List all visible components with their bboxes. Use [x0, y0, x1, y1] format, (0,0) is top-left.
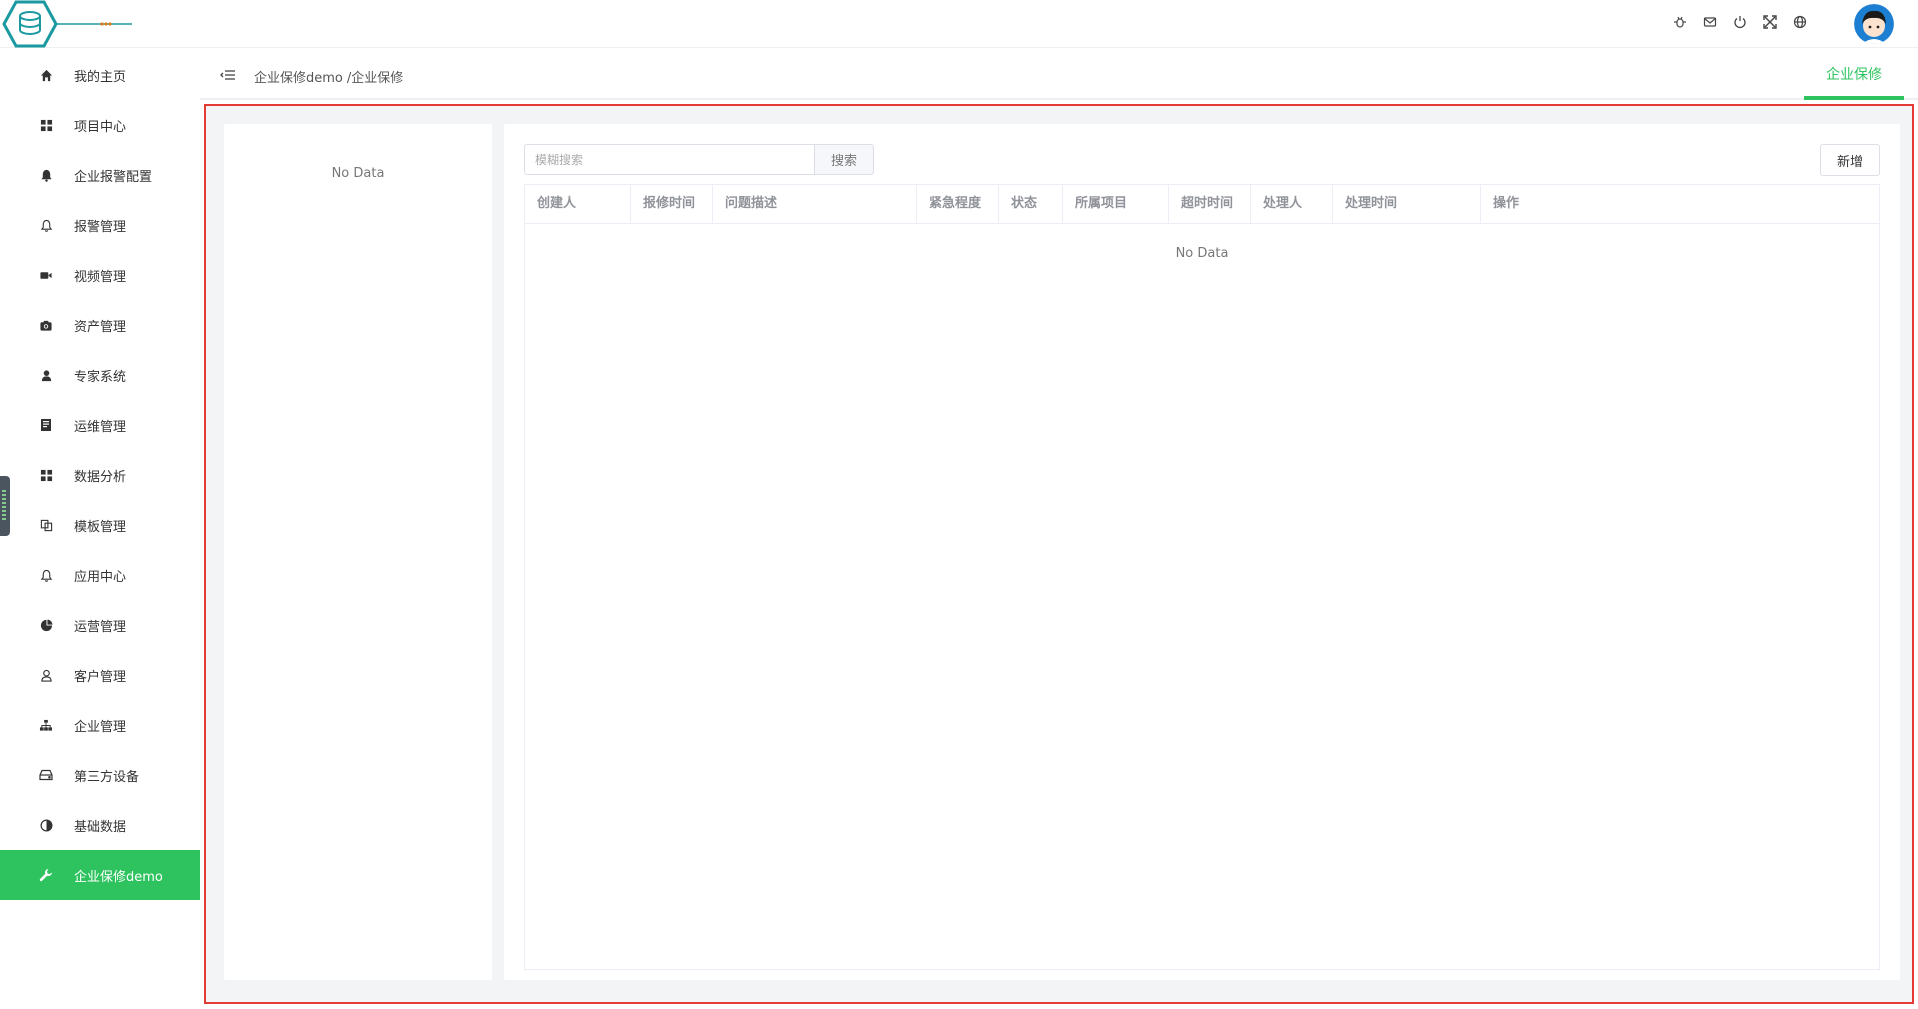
sidebar-item-label: 数据分析	[74, 469, 127, 485]
sidebar-item-2[interactable]: 企业报警配置	[0, 150, 200, 200]
sidebar-item-label: 应用中心	[74, 569, 127, 585]
column-header[interactable]: 所属项目	[1063, 185, 1169, 224]
pie-chart-icon	[38, 617, 54, 633]
sidebar-item-label: 第三方设备	[74, 769, 140, 785]
table-header: 创建人 报修时间 问题描述 紧急程度 状态 所属项目 超时时间 处理人 处理时间 操作	[525, 185, 1879, 224]
org-chart-icon	[38, 717, 54, 733]
sidebar-item-label: 模板管理	[74, 519, 127, 535]
sidebar-item-label: 运营管理	[74, 619, 127, 635]
sidebar-item-9[interactable]: 模板管理	[0, 500, 200, 550]
tree-panel: No Data	[224, 124, 492, 980]
globe-icon[interactable]	[1792, 14, 1808, 30]
sidebar-item-label: 资产管理	[74, 319, 127, 335]
sidebar-item-14[interactable]: 第三方设备	[0, 750, 200, 800]
sidebar-item-11[interactable]: 运营管理	[0, 600, 200, 650]
search-bar: 搜索	[524, 144, 874, 175]
sidebar-item-4[interactable]: 视频管理	[0, 250, 200, 300]
mail-icon[interactable]	[1702, 14, 1718, 30]
bug-icon[interactable]	[1672, 14, 1688, 30]
tree-empty-text: No Data	[331, 166, 385, 181]
column-header[interactable]: 处理时间	[1333, 185, 1481, 224]
repair-table: 创建人 报修时间 问题描述 紧急程度 状态 所属项目 超时时间 处理人 处理时间 操作 No Da…	[524, 184, 1880, 970]
power-icon[interactable]	[1732, 14, 1748, 30]
menu-toggle-icon[interactable]	[220, 67, 236, 83]
wrench-icon	[38, 867, 54, 883]
sidebar-item-12[interactable]: 客户管理	[0, 650, 200, 700]
sidebar-item-6[interactable]: 专家系统	[0, 350, 200, 400]
sidebar-item-label: 企业保修demo	[74, 869, 163, 885]
breadcrumb-parent[interactable]: 企业保修demo	[254, 67, 343, 86]
breadcrumb: 企业保修demo /企业保修	[254, 67, 407, 86]
sidebar-item-16[interactable]: 企业保修demo	[0, 850, 200, 900]
sidebar-item-label: 企业管理	[74, 719, 127, 735]
breadcrumb-current: /企业保修	[346, 71, 404, 86]
column-header[interactable]: 超时时间	[1169, 185, 1251, 224]
sidebar-item-3[interactable]: 报警管理	[0, 200, 200, 250]
column-header[interactable]: 处理人	[1251, 185, 1333, 224]
main-content: No Data 搜索 新增 创建人报修时间问题描述紧急程度状态所属项目超时时间处…	[204, 104, 1914, 1004]
sidebar-item-label: 报警管理	[74, 219, 127, 235]
sidebar-item-label: 运维管理	[74, 419, 127, 435]
camera-icon	[38, 317, 54, 333]
bell-filled-icon	[38, 167, 54, 183]
person-outline-icon	[38, 667, 54, 683]
sidebar-item-label: 我的主页	[74, 69, 127, 85]
bell-icon	[38, 217, 54, 233]
user-avatar[interactable]	[1854, 4, 1894, 44]
book-icon	[38, 417, 54, 433]
sidebar-drag-handle[interactable]	[0, 476, 10, 536]
sidebar: 我的主页项目中心企业报警配置 报警管理视频管理资产管理专家系统运维管理数据分析模板…	[0, 50, 200, 1009]
header-toolbar	[1672, 14, 1808, 30]
user-icon	[38, 367, 54, 383]
video-icon	[38, 267, 54, 283]
sidebar-item-label: 基础数据	[74, 819, 127, 835]
column-header[interactable]: 状态	[999, 185, 1063, 224]
sidebar-item-13[interactable]: 企业管理	[0, 700, 200, 750]
sidebar-item-label: 专家系统	[74, 369, 127, 385]
column-header[interactable]: 紧急程度	[917, 185, 999, 224]
list-panel: 搜索 新增 创建人报修时间问题描述紧急程度状态所属项目超时时间处理人处理时间操作…	[504, 124, 1900, 980]
home-icon	[38, 67, 54, 83]
sidebar-item-1[interactable]: 项目中心	[0, 100, 200, 150]
table-body: No Data	[525, 246, 1879, 261]
breadcrumb-bar: 企业保修demo /企业保修 企业保修	[200, 50, 1918, 100]
sidebar-item-15[interactable]: 基础数据	[0, 800, 200, 850]
app-logo[interactable]	[0, 0, 136, 48]
sidebar-item-label: 企业报警配置	[74, 169, 153, 185]
drive-icon	[38, 767, 54, 783]
column-header[interactable]: 创建人	[525, 185, 631, 224]
table-empty-text: No Data	[1175, 246, 1229, 261]
grid-icon	[38, 467, 54, 483]
column-header[interactable]: 问题描述	[713, 185, 917, 224]
column-header[interactable]: 操作	[1481, 185, 1879, 224]
sidebar-item-label: 视频管理	[74, 269, 127, 285]
contrast-icon	[38, 817, 54, 833]
sidebar-item-5[interactable]: 资产管理	[0, 300, 200, 350]
copy-icon	[38, 517, 54, 533]
sidebar-item-10[interactable]: 应用中心	[0, 550, 200, 600]
sidebar-item-0[interactable]: 我的主页	[0, 50, 200, 100]
sidebar-item-7[interactable]: 运维管理	[0, 400, 200, 450]
column-header[interactable]: 报修时间	[631, 185, 713, 224]
tab-enterprise-repair[interactable]: 企业保修	[1804, 62, 1904, 100]
fullscreen-icon[interactable]	[1762, 14, 1778, 30]
sidebar-item-label: 客户管理	[74, 669, 127, 685]
bell-icon	[38, 567, 54, 583]
sidebar-item-label: 项目中心	[74, 119, 127, 135]
sidebar-item-8[interactable]: 数据分析	[0, 450, 200, 500]
search-button[interactable]: 搜索	[814, 144, 874, 175]
search-input[interactable]	[524, 144, 814, 175]
grid-icon	[38, 117, 54, 133]
add-button[interactable]: 新增	[1820, 144, 1880, 176]
top-bar	[0, 0, 1918, 48]
